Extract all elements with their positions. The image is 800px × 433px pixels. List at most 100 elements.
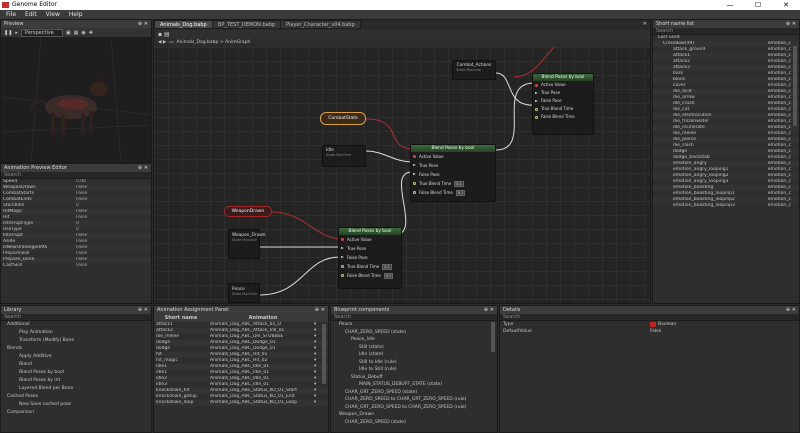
tree-item[interactable]: Peace: [331, 321, 497, 329]
save-icon[interactable]: ▪: [158, 31, 162, 38]
search-input[interactable]: Search: [653, 28, 799, 35]
maximize-icon[interactable]: ☐: [744, 0, 772, 10]
pause-icon[interactable]: ❚❚: [4, 30, 12, 36]
blend-time-field[interactable]: 0.1: [382, 264, 392, 270]
close-icon[interactable]: ✕: [144, 20, 148, 28]
close-icon[interactable]: ✕: [792, 306, 796, 314]
bool-pin-icon[interactable]: [341, 238, 344, 241]
breadcrumb-graph[interactable]: AnimGraph: [225, 40, 250, 45]
preview-viewport[interactable]: [1, 36, 151, 162]
library-item[interactable]: Blend Poses by int: [1, 377, 151, 385]
tree-item[interactable]: Still (state): [331, 344, 497, 352]
tree-item[interactable]: Idle (state): [331, 351, 497, 359]
pose-pin-icon[interactable]: [535, 100, 538, 102]
tab-player-character[interactable]: Player_Character_v04.babp: [280, 20, 361, 29]
pin-icon[interactable]: ⊕: [138, 20, 142, 28]
dropdown-arrow-icon[interactable]: ▾: [314, 400, 316, 406]
tree-item[interactable]: CHAR_ZERO_SPEED (state): [331, 419, 497, 427]
pin-icon[interactable]: ⊕: [138, 164, 142, 172]
float-pin-icon[interactable]: [341, 274, 344, 277]
float-pin-icon[interactable]: [535, 108, 538, 111]
light-icon[interactable]: ◉: [81, 30, 85, 36]
library-item[interactable]: Transform (Modify) Bone: [1, 337, 151, 345]
library-item[interactable]: Blend: [1, 361, 151, 369]
library-item[interactable]: New Save cached pose: [1, 401, 151, 409]
tree-item[interactable]: CHAR_ZERO_SPEED to CHAR_GRT_ZERO_SPEED (…: [331, 396, 497, 404]
tree-item[interactable]: Peace_Idle: [331, 336, 497, 344]
forward-icon[interactable]: ▶: [163, 40, 166, 45]
pin-icon[interactable]: ⊕: [138, 306, 142, 314]
tree-item[interactable]: Still to Idle (rule): [331, 359, 497, 367]
column-short-name[interactable]: Short name: [154, 314, 208, 322]
blend-time-field[interactable]: 0.1: [454, 181, 464, 187]
scrollbar[interactable]: [322, 324, 326, 384]
compile-icon[interactable]: ▤: [164, 31, 170, 38]
library-item[interactable]: Blends: [1, 345, 151, 353]
idle-state-machine-node[interactable]: Idle State Machine: [322, 145, 366, 167]
camera-icon[interactable]: ▣: [66, 30, 71, 36]
grid-icon[interactable]: ▦: [74, 30, 79, 36]
tree-item[interactable]: CHAR_ZERO_SPEED (state): [331, 329, 497, 337]
library-item[interactable]: Play Animation: [1, 329, 151, 337]
tree-item[interactable]: CHAR_GRT_ZERO_SPEED (state): [331, 389, 497, 397]
float-pin-icon[interactable]: [341, 265, 344, 268]
close-icon[interactable]: ✕: [643, 21, 647, 27]
scrollbar[interactable]: [491, 322, 495, 352]
bones-icon[interactable]: ✚: [89, 30, 93, 36]
weapondrawn-variable[interactable]: WeaponDrawn: [224, 206, 272, 217]
column-animation[interactable]: Animation: [208, 314, 318, 322]
tree-item[interactable]: CHAR_GRT_ZERO_SPEED to CHAR_ZERO_SPEED (…: [331, 404, 497, 412]
menu-file[interactable]: File: [6, 10, 16, 19]
pose-pin-icon[interactable]: [413, 164, 416, 166]
library-item[interactable]: Blend Poses by bool: [1, 369, 151, 377]
back-icon[interactable]: ◀: [158, 40, 161, 45]
tree-item[interactable]: Idle to Still (rule): [331, 366, 497, 374]
menu-edit[interactable]: Edit: [25, 10, 37, 19]
pin-icon[interactable]: ⊕: [786, 20, 790, 28]
blend-poses-node-2[interactable]: Blend Poses by bool Active Value True Po…: [410, 144, 496, 202]
view-mode-dropdown[interactable]: Perspective: [20, 28, 63, 37]
pose-pin-icon[interactable]: [341, 247, 344, 249]
table-row[interactable]: knockdown_loop Animals_Dog_ABC_Status_KO_…: [154, 400, 328, 406]
menu-help[interactable]: Help: [69, 10, 83, 19]
tab-bp-test-demon[interactable]: BP_TEST_DEMON.babp: [212, 20, 282, 29]
close-icon[interactable]: ✕: [490, 306, 494, 314]
tree-item[interactable]: Weapon_Drawn: [331, 411, 497, 419]
parameter-value[interactable]: False: [76, 263, 87, 269]
combatstate-variable[interactable]: CombatState: [320, 112, 366, 125]
search-input[interactable]: Search: [1, 172, 151, 179]
type-value[interactable]: Boolean: [650, 321, 676, 328]
close-icon[interactable]: ✕: [772, 0, 800, 10]
parameter-row[interactable]: CastSkill False: [1, 263, 151, 269]
close-icon[interactable]: ✕: [792, 20, 796, 28]
float-pin-icon[interactable]: [413, 191, 416, 194]
blend-poses-node-3[interactable]: Blend Poses by bool Active Value True Po…: [338, 227, 402, 289]
float-pin-icon[interactable]: [413, 182, 416, 185]
pin-icon[interactable]: ⊕: [315, 306, 319, 314]
breadcrumb-file[interactable]: Animals_Dog.babp: [176, 40, 218, 45]
library-item[interactable]: Layered Blend per Bone: [1, 385, 151, 393]
minimize-icon[interactable]: —: [716, 0, 744, 10]
pose-pin-icon[interactable]: [413, 173, 416, 175]
tab-animals-dog[interactable]: Animals_Dog.babp: [154, 20, 213, 29]
default-value-field[interactable]: False: [650, 328, 661, 335]
library-item[interactable]: Cached Poses: [1, 393, 151, 401]
cell-animation[interactable]: Animals_Dog_ABC_Status_KO_01_Loop: [210, 400, 314, 406]
library-item[interactable]: Apply Additive: [1, 353, 151, 361]
tree-item[interactable]: MAIN_STATUS_DEBUFF_STATE (state): [331, 381, 497, 389]
weapon-drawn-state-machine-node[interactable]: Weapon_Drawn State Machine: [228, 229, 265, 259]
pose-pin-icon[interactable]: [341, 256, 344, 258]
peace-state-machine-node[interactable]: Peace State Machine: [228, 283, 260, 303]
step-icon[interactable]: ▸: [15, 30, 18, 36]
scrollbar[interactable]: [793, 46, 797, 126]
blend-poses-node-1[interactable]: Blend Poses by bool Active Value True Po…: [532, 73, 594, 135]
blend-time-field[interactable]: 0.1: [455, 190, 466, 196]
float-pin-icon[interactable]: [535, 116, 538, 119]
library-item[interactable]: Comparison: [1, 409, 151, 417]
search-input[interactable]: Search: [1, 314, 151, 321]
library-item[interactable]: Additional: [1, 321, 151, 329]
pin-icon[interactable]: ⊕: [484, 306, 488, 314]
blend-time-field[interactable]: 0.1: [383, 273, 394, 279]
close-icon[interactable]: ✕: [144, 306, 148, 314]
close-icon[interactable]: ✕: [144, 164, 148, 172]
